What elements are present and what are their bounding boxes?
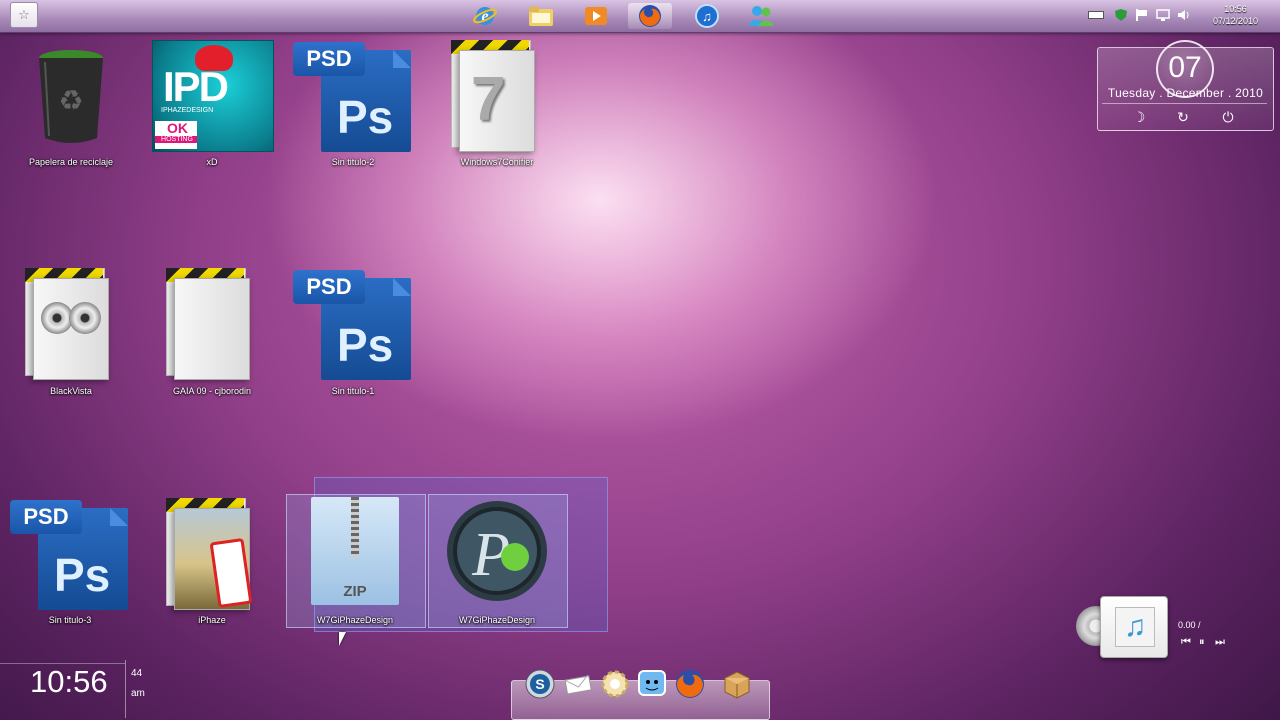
desktop-icon-label: Sin titulo-3: [48, 615, 92, 625]
svg-text:♫: ♫: [702, 9, 712, 24]
clock-gadget-ampm: am: [131, 688, 145, 699]
ok-hosting-badge: OK HOSTING: [155, 121, 197, 149]
desktop-icon-label: GAIA 09 - cjborodin: [172, 386, 252, 396]
taskbar-clock-date: 07/12/2010: [1212, 16, 1258, 26]
desktop-icon-label: iPhaze: [198, 615, 226, 625]
volume-icon[interactable]: [1177, 9, 1191, 21]
desktop-icon-label: Sin titulo-2: [331, 157, 375, 167]
star-icon: ☆: [18, 7, 30, 22]
package-icon[interactable]: [721, 668, 753, 700]
desktop-icon-label: Papelera de reciclaje: [28, 157, 114, 167]
xd-thumbnail: IPD IPHAZEDESIGN OK HOSTING: [152, 40, 274, 152]
xd-sub-text: IPHAZEDESIGN: [161, 107, 214, 114]
sync-icon[interactable]: S: [524, 668, 556, 700]
keyboard-icon[interactable]: [1088, 11, 1104, 19]
shield-icon[interactable]: [1114, 9, 1128, 21]
psd-file-icon: PSD Ps: [293, 270, 411, 380]
music-note-icon: ♫: [1115, 607, 1155, 647]
music-gadget[interactable]: ♫: [1100, 596, 1168, 658]
desktop-icon-label: Sin titulo-1: [331, 386, 375, 396]
desktop-icon-label: BlackVista: [50, 386, 92, 396]
sleep-icon[interactable]: ☽: [1130, 108, 1148, 126]
zip-file-icon: ZIP: [311, 497, 399, 605]
pause-icon[interactable]: ⏸: [1199, 636, 1205, 649]
folder-icon: [160, 498, 253, 610]
folder-icon: [19, 268, 109, 380]
media-player-icon[interactable]: [582, 3, 610, 29]
previous-track-icon[interactable]: ⏮: [1181, 636, 1191, 649]
taskbar: ☆ e ♫ 10:56 07/12/2010: [0, 0, 1280, 33]
clock-gadget: 10:56 44 am: [0, 660, 150, 720]
internet-explorer-icon[interactable]: e: [471, 3, 499, 29]
desktop-icon-w7giphazedesign-app[interactable]: P W7GiPhazeDesign: [437, 495, 557, 625]
recycle-bin-icon: ♻: [39, 50, 103, 143]
taskbar-clock-time: 10:56: [1224, 4, 1247, 14]
desktop-icon-gaia-09[interactable]: GAIA 09 - cjborodin: [152, 268, 272, 398]
santa-hat-icon: [195, 45, 233, 71]
power-icon[interactable]: ⏻: [1219, 108, 1237, 126]
date-gadget: 07 Tuesday . December . 2010 ☽ ↻ ⏻: [1097, 40, 1274, 131]
clock-gadget-time: 10:56: [30, 664, 108, 699]
desktop-icon-windows7conifier[interactable]: 7 Windows7Conifier: [437, 40, 557, 170]
finder-icon[interactable]: [636, 668, 668, 700]
desktop-icon-label: W7GiPhazeDesign: [316, 615, 394, 625]
desktop-icon-blackvista[interactable]: BlackVista: [11, 268, 131, 398]
divider: [125, 660, 126, 718]
desktop-icon-label: xD: [206, 157, 218, 167]
firefox-icon[interactable]: [628, 3, 672, 29]
psd-file-icon: PSD Ps: [10, 500, 128, 610]
next-track-icon[interactable]: ⏭: [1215, 636, 1225, 649]
taskbar-clock[interactable]: 10:56 07/12/2010: [1213, 3, 1258, 27]
svg-text:S: S: [535, 676, 544, 692]
zipper-icon: [351, 497, 359, 557]
desktop-icon-xd[interactable]: IPD IPHAZEDESIGN OK HOSTING xD: [152, 40, 274, 170]
svg-text:♻: ♻: [58, 85, 83, 116]
seven-logo-icon: 7: [471, 65, 506, 134]
messenger-icon[interactable]: [747, 3, 775, 29]
folder-icon: [160, 268, 250, 380]
folder-icon: 7: [445, 40, 535, 152]
date-gadget-date: Tuesday . December . 2010: [1107, 86, 1264, 100]
explorer-folder-icon[interactable]: [527, 3, 555, 29]
desktop-icon-w7giphazedesign-zip[interactable]: ZIP W7GiPhazeDesign: [295, 495, 415, 625]
iphaze-app-icon: P: [447, 501, 547, 601]
disc-icon: [69, 302, 101, 334]
desktop-icon-recycle-bin[interactable]: ♻ Papelera de reciclaje: [11, 40, 131, 170]
desktop-icon-sin-titulo-3[interactable]: PSD Ps Sin titulo-3: [10, 498, 130, 628]
desktop-icon-sin-titulo-2[interactable]: PSD Ps Sin titulo-2: [293, 40, 413, 170]
flag-icon[interactable]: [1135, 9, 1149, 21]
mouse-cursor: [339, 632, 346, 646]
mail-icon[interactable]: [562, 668, 594, 700]
divider: [1102, 103, 1267, 104]
start-button[interactable]: ☆: [10, 2, 38, 28]
firefox-icon[interactable]: [674, 668, 706, 700]
network-icon[interactable]: [1156, 9, 1170, 21]
psd-file-icon: PSD Ps: [293, 42, 411, 152]
desktop-icon-label: Windows7Conifier: [460, 157, 534, 167]
music-gadget-time: 0.00 /: [1178, 620, 1201, 630]
restart-icon[interactable]: ↻: [1174, 108, 1192, 126]
clock-gadget-seconds: 44: [131, 668, 143, 679]
desktop-icon-label: W7GiPhazeDesign: [458, 615, 536, 625]
desktop-icon-iphaze[interactable]: iPhaze: [152, 498, 272, 628]
itunes-icon[interactable]: ♫: [693, 3, 721, 29]
desktop-icon-sin-titulo-1[interactable]: PSD Ps Sin titulo-1: [293, 268, 413, 398]
settings-icon[interactable]: [599, 668, 631, 700]
